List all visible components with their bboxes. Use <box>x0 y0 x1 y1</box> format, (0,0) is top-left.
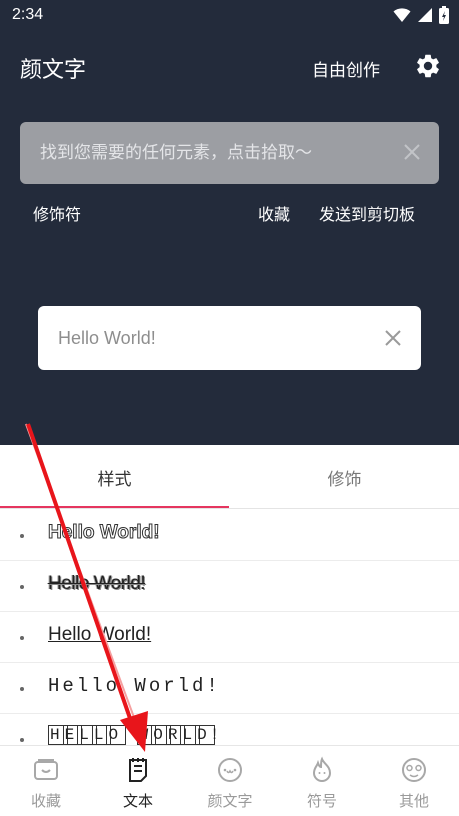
tab-label: 修饰 <box>327 469 362 490</box>
nav-kaomoji[interactable]: 颜文字 <box>184 746 276 816</box>
decorator-button[interactable]: 修饰符 <box>33 201 81 225</box>
list-item[interactable]: Hello World! <box>0 663 459 714</box>
bullet <box>20 687 24 691</box>
system-icons <box>393 6 449 24</box>
face-icon <box>218 758 242 782</box>
bullet <box>20 585 24 589</box>
clear-search-icon[interactable] <box>401 141 423 163</box>
wifi-icon <box>393 8 411 22</box>
list-item[interactable]: HELLO WORLD! <box>0 714 459 745</box>
tab-styles[interactable]: 样式 <box>0 445 229 509</box>
search-box <box>20 122 439 184</box>
bullet <box>20 738 24 742</box>
preview-box <box>38 306 421 370</box>
nav-label: 颜文字 <box>207 792 253 810</box>
clear-preview-icon[interactable] <box>381 326 405 350</box>
emoji-icon <box>402 758 426 782</box>
nav-symbols[interactable]: 符号 <box>276 746 368 816</box>
tab-bar: 样式 修饰 <box>0 445 459 509</box>
bookmark-box-icon <box>34 759 58 780</box>
preview-input[interactable] <box>38 306 368 370</box>
bullet <box>20 636 24 640</box>
list-item[interactable]: Hello World! <box>0 510 459 561</box>
nav-favorites[interactable]: 收藏 <box>0 746 92 816</box>
list-item[interactable]: Hello World! <box>0 561 459 612</box>
style-underline-text: Hello World! <box>48 624 152 645</box>
list-item[interactable]: Hello World! <box>0 612 459 663</box>
bottom-nav: 收藏 文本 颜文字 符号 其他 <box>0 745 459 816</box>
favorite-button[interactable]: 收藏 <box>258 201 290 225</box>
nav-label: 文本 <box>122 792 153 810</box>
nav-label: 符号 <box>306 792 337 810</box>
nav-other[interactable]: 其他 <box>368 746 459 816</box>
style-spaced-text: Hello World! <box>48 675 221 697</box>
gear-icon[interactable] <box>414 52 442 80</box>
search-input[interactable] <box>20 122 390 184</box>
nav-text[interactable]: 文本 <box>92 746 184 816</box>
status-time: 2:34 <box>12 6 44 23</box>
tab-decorate[interactable]: 修饰 <box>230 445 459 509</box>
style-glitch-text: Hello World! <box>48 573 146 594</box>
signal-icon <box>418 8 432 22</box>
header-panel: 2:34 颜文字 自由创作 修饰符 收藏 发送到剪切板 <box>0 0 459 445</box>
page-title: 颜文字 <box>20 58 87 83</box>
nav-label: 其他 <box>398 792 429 810</box>
style-outline-text: Hello World! <box>48 522 161 544</box>
copy-to-clipboard-button[interactable]: 发送到剪切板 <box>319 201 415 225</box>
free-create-button[interactable]: 自由创作 <box>312 56 380 81</box>
tab-indicator <box>0 506 229 508</box>
flame-icon <box>312 756 332 782</box>
status-bar: 2:34 <box>0 0 459 32</box>
tab-label: 样式 <box>97 469 132 490</box>
battery-icon <box>439 6 449 24</box>
style-boxed-text: HELLO WORLD! <box>48 725 226 745</box>
style-list[interactable]: Hello World! Hello World! Hello World! H… <box>0 510 459 745</box>
note-icon <box>129 758 147 782</box>
nav-label: 收藏 <box>30 792 61 810</box>
bullet <box>20 534 24 538</box>
